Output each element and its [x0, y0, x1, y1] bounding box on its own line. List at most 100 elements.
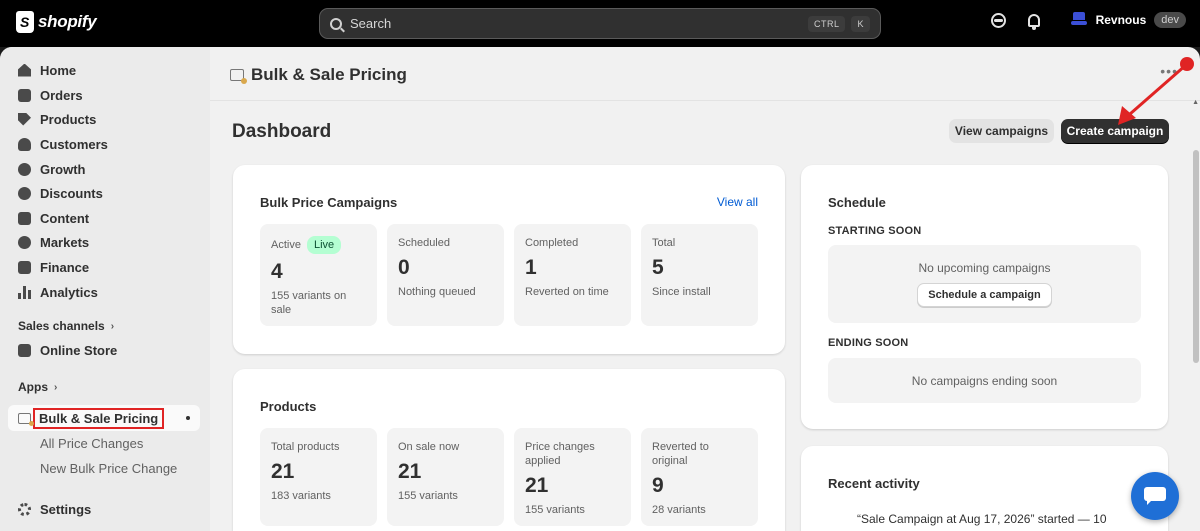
more-actions-icon[interactable]: •••	[1160, 63, 1178, 79]
app-icon	[230, 69, 247, 84]
app-icon	[18, 412, 34, 426]
view-campaigns-button[interactable]: View campaigns	[949, 119, 1054, 143]
main-content: Bulk & Sale Pricing ••• Dashboard View c…	[210, 47, 1200, 531]
sidebar-item-analytics[interactable]: Analytics	[8, 280, 200, 304]
sidebar-item-markets[interactable]: Markets	[8, 230, 200, 254]
campaigns-card-title: Bulk Price Campaigns	[260, 195, 398, 210]
sidebar-item-label: Discounts	[40, 185, 103, 201]
scroll-up-arrow-icon[interactable]: ▲	[1192, 99, 1199, 106]
app-name-highlighted: Bulk & Sale Pricing	[33, 407, 165, 429]
chevron-right-icon: ›	[54, 381, 58, 393]
store-switcher[interactable]: Revnous dev	[1070, 11, 1186, 29]
stat-sub: 155 variants	[525, 504, 585, 516]
discount-icon	[18, 186, 31, 200]
sidebar-item-label: Online Store	[40, 342, 118, 358]
products-card: Products Total products 21 183 variants …	[233, 369, 785, 531]
sidebar-item-finance[interactable]: Finance	[8, 255, 200, 279]
sidebar-item-home[interactable]: Home	[8, 58, 200, 82]
stat-label: Completed	[525, 237, 579, 249]
sidebar-item-online-store[interactable]: Online Store	[8, 338, 200, 362]
sales-channels-label: Sales channels	[18, 319, 105, 333]
stat-sub: 183 variants	[271, 490, 331, 502]
stat-value: 21	[271, 460, 295, 483]
shortcut-ctrl: CTRL	[807, 15, 846, 32]
stat-label: Scheduled	[398, 237, 450, 249]
inbox-icon	[18, 88, 31, 102]
no-upcoming-text: No upcoming campaigns	[918, 261, 1051, 275]
stat-sub: Nothing queued	[398, 286, 476, 298]
stat-reverted-to-original[interactable]: Reverted to original 9 28 variants	[641, 428, 758, 526]
gear-icon	[18, 502, 31, 516]
stat-total-products[interactable]: Total products 21 183 variants	[260, 428, 377, 526]
sidebar-item-products[interactable]: Products	[8, 107, 200, 131]
sidebar-item-label: Orders	[40, 87, 83, 103]
stat-value: 5	[652, 256, 664, 279]
shopify-logo[interactable]: shopify	[16, 11, 97, 33]
ending-soon-label: ENDING SOON	[828, 337, 909, 349]
tag-icon	[18, 112, 31, 126]
view-all-link[interactable]: View all	[717, 195, 758, 209]
sidebar-item-settings[interactable]: Settings	[8, 497, 200, 521]
app-title: Bulk & Sale Pricing	[251, 65, 407, 84]
target-icon	[18, 162, 31, 176]
sidebar-item-bulk-sale-pricing[interactable]: Bulk & Sale Pricing	[8, 405, 200, 431]
storefront-icon	[18, 343, 31, 357]
stat-value: 9	[652, 474, 664, 497]
person-icon	[18, 137, 31, 151]
stat-label: Active	[271, 239, 301, 251]
sidebar-item-label: Analytics	[40, 284, 98, 300]
sidebar-item-customers[interactable]: Customers	[8, 132, 200, 156]
stat-sub: Reverted on time	[525, 286, 609, 298]
sidekick-icon[interactable]	[990, 12, 1006, 28]
bell-icon[interactable]	[1027, 13, 1040, 30]
sidebar-item-label: Content	[40, 210, 90, 226]
stat-label-row: Active Live	[271, 236, 366, 254]
stat-price-changes-applied[interactable]: Price changes applied 21 155 variants	[514, 428, 631, 526]
header-divider	[210, 100, 1200, 101]
logo-text: shopify	[38, 12, 97, 31]
stat-active[interactable]: Active Live 4 155 variants on sale	[260, 224, 377, 326]
top-actions: Revnous dev	[990, 11, 1186, 30]
sidebar-item-label: Customers	[40, 136, 108, 152]
sidebar-subitem-new-bulk-price-change[interactable]: New Bulk Price Change	[40, 461, 177, 476]
sales-channels-header[interactable]: Sales channels ›	[18, 319, 114, 333]
schedule-card: Schedule STARTING SOON No upcoming campa…	[801, 165, 1168, 429]
stat-label: On sale now	[398, 441, 460, 453]
sidebar-item-label: Finance	[40, 259, 90, 275]
sidebar-item-discounts[interactable]: Discounts	[8, 181, 200, 205]
search-input[interactable]: Search CTRL K	[319, 8, 881, 39]
stat-sub: Since install	[652, 286, 711, 298]
sidebar-item-label: Products	[40, 111, 97, 127]
schedule-campaign-button[interactable]: Schedule a campaign	[917, 283, 1052, 307]
stat-on-sale-now[interactable]: On sale now 21 155 variants	[387, 428, 504, 526]
stat-label: Total	[652, 237, 676, 249]
stat-value: 0	[398, 256, 410, 279]
schedule-card-title: Schedule	[828, 195, 886, 210]
stat-scheduled[interactable]: Scheduled 0 Nothing queued	[387, 224, 504, 326]
create-campaign-button[interactable]: Create campaign	[1061, 119, 1169, 143]
chat-icon[interactable]	[1131, 472, 1179, 520]
sidebar-item-label: Growth	[40, 161, 86, 177]
stat-total[interactable]: Total 5 Since install	[641, 224, 758, 326]
campaigns-card: Bulk Price Campaigns View all Active Liv…	[233, 165, 785, 354]
content-icon	[18, 211, 31, 225]
stat-sub: 155 variants on sale	[271, 290, 347, 316]
scrollbar-thumb[interactable]	[1193, 150, 1199, 363]
activity-entry[interactable]: “Sale Campaign at Aug 17, 2026” started …	[857, 512, 1107, 526]
sidebar-item-orders[interactable]: Orders	[8, 83, 200, 107]
sidebar-subitem-all-price-changes[interactable]: All Price Changes	[40, 436, 143, 451]
shortcut-k: K	[851, 15, 870, 32]
no-ending-text: No campaigns ending soon	[911, 373, 1058, 388]
live-badge: Live	[306, 236, 342, 254]
shopify-bag-icon	[16, 11, 34, 33]
bar-chart-icon	[18, 285, 31, 299]
stat-label: Price changes applied	[525, 441, 595, 467]
sidebar-item-content[interactable]: Content	[8, 206, 200, 230]
stat-label: Reverted to original	[652, 441, 709, 467]
stat-value: 1	[525, 256, 537, 279]
stat-completed[interactable]: Completed 1 Reverted on time	[514, 224, 631, 326]
sidebar-item-growth[interactable]: Growth	[8, 157, 200, 181]
admin-shell: Home Orders Products Customers Growth Di…	[0, 47, 1200, 531]
apps-header[interactable]: Apps ›	[18, 380, 57, 394]
home-icon	[18, 63, 31, 77]
